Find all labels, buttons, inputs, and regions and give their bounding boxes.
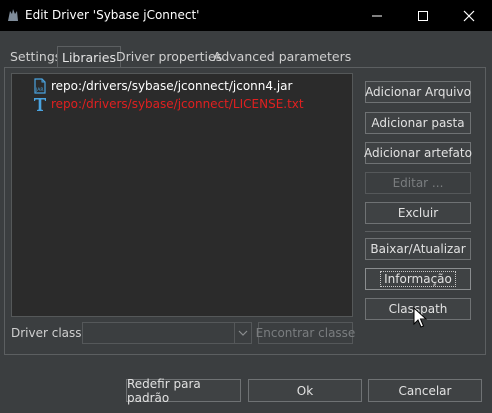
delete-button[interactable]: Excluir [365, 202, 471, 224]
close-icon [463, 10, 475, 21]
mouse-pointer-icon [413, 307, 427, 328]
cancel-button[interactable]: Cancelar [368, 379, 482, 402]
information-button[interactable]: Informação [365, 268, 471, 290]
add-folder-button[interactable]: Adicionar pasta [365, 112, 471, 134]
library-list[interactable]: JAR repo:/drivers/sybase/jconnect/jconn4… [11, 73, 353, 317]
add-file-button[interactable]: Adicionar Arquivo [365, 81, 471, 103]
tab-advanced-parameters[interactable]: Advanced parameters [209, 46, 355, 68]
chevron-down-icon [238, 330, 248, 336]
app-logo-icon [8, 9, 18, 21]
maximize-button[interactable] [400, 0, 446, 31]
add-artifact-button[interactable]: Adicionar artefato [364, 142, 472, 164]
jar-file-icon: JAR [34, 78, 46, 94]
minimize-button[interactable] [354, 0, 400, 31]
combo-arrow[interactable] [234, 323, 251, 343]
button-separator [365, 231, 471, 232]
ok-button[interactable]: Ok [248, 379, 362, 402]
list-item[interactable]: JAR repo:/drivers/sybase/jconnect/jconn4… [32, 77, 292, 95]
download-update-button[interactable]: Baixar/Atualizar [365, 238, 471, 260]
edit-button[interactable]: Editar ... [365, 172, 471, 194]
library-path: repo:/drivers/sybase/jconnect/LICENSE.tx… [51, 97, 304, 111]
driver-class-label: Driver class: [11, 326, 86, 340]
information-label: Informação [380, 271, 456, 287]
reset-defaults-button[interactable]: Redefir para padrão [126, 377, 241, 405]
close-button[interactable] [446, 0, 492, 31]
minimize-icon [372, 15, 382, 16]
window-title: Edit Driver 'Sybase jConnect' [25, 8, 200, 22]
text-file-icon [34, 98, 46, 111]
library-path: repo:/drivers/sybase/jconnect/jconn4.jar [51, 79, 293, 93]
driver-class-combo[interactable] [82, 322, 252, 344]
find-class-button[interactable]: Encontrar classe [256, 322, 355, 344]
title-bar: Edit Driver 'Sybase jConnect' [0, 0, 492, 31]
list-item[interactable]: repo:/drivers/sybase/jconnect/LICENSE.tx… [32, 95, 304, 113]
svg-text:JAR: JAR [35, 87, 43, 93]
maximize-icon [418, 10, 428, 21]
